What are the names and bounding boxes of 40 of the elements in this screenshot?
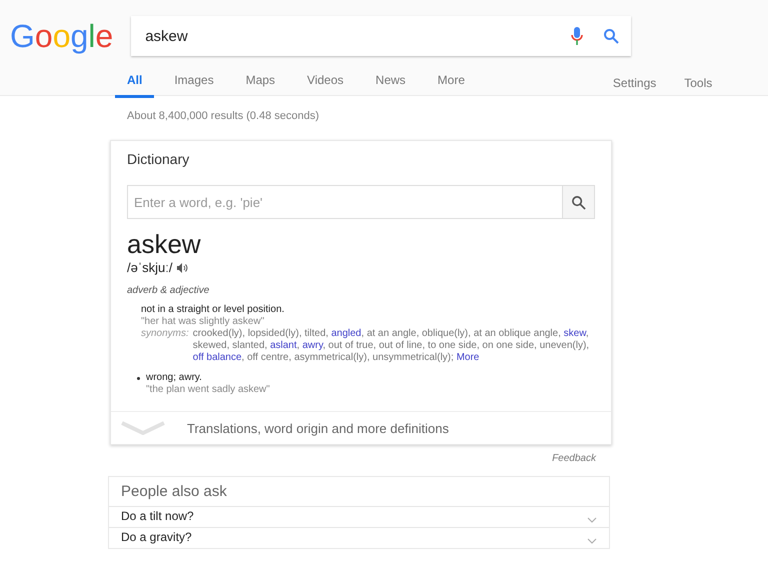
expand-row[interactable]: Translations, word origin and more definitions — [111, 411, 611, 444]
example-sentence: "the plan went sadly askew" — [146, 384, 270, 395]
expand-label: Translations, word origin and more definitions — [187, 420, 449, 436]
example-sentence: "her hat was slightly askew" — [141, 316, 266, 327]
synonym-link[interactable]: skew — [564, 328, 586, 339]
synonym-link[interactable]: angled — [331, 328, 362, 339]
synonyms-list: crooked(ly), lopsided(ly), tilted, angled, at an angle, oblique(ly), at an oblique angle, skew, skewed, slanted, aslant, awry, out of true, out of line, to one side, on one side, uneven(ly), off balance, off centre, asymmetrical(ly), unsymmetrical(ly); More — [192, 328, 593, 364]
question-row[interactable]: Do a gravity? — [109, 527, 609, 548]
google-logo: Google — [9, 17, 114, 56]
search-field[interactable]: askew — [143, 26, 572, 46]
nav-tab[interactable]: All — [115, 72, 154, 98]
nav-tab[interactable]: Tools — [674, 76, 722, 98]
nav-tab[interactable]: Videos — [295, 72, 356, 98]
synonym-link[interactable]: off balance — [192, 352, 242, 363]
search-button[interactable] — [562, 186, 594, 218]
chevron-icon — [121, 421, 165, 435]
synonym-link[interactable]: aslant — [270, 340, 297, 351]
search-icon[interactable] — [603, 28, 620, 44]
card-title: People also ask — [120, 482, 228, 502]
nav-tab[interactable]: More — [426, 72, 477, 98]
nav-tab[interactable]: News — [364, 72, 418, 98]
definition: wrong; awry. — [146, 372, 203, 383]
question-row[interactable]: Do a tilt now? — [109, 506, 609, 527]
search-icon — [571, 194, 586, 210]
headword: askew — [127, 229, 201, 260]
more-link[interactable]: More — [456, 352, 480, 363]
card-title: Dictionary — [127, 151, 190, 167]
nav-tab[interactable]: Maps — [234, 72, 288, 98]
pronunciation: /əˈskjuː/ — [127, 260, 173, 275]
synonyms-label: synonyms: — [141, 328, 189, 341]
search-bar[interactable]: askew — [131, 16, 632, 56]
part-of-speech: adverb & adjective — [127, 285, 210, 296]
speaker-icon[interactable] — [176, 262, 188, 272]
microphone-icon[interactable] — [571, 27, 584, 46]
synonym-link[interactable]: awry — [302, 340, 323, 351]
feedback-link[interactable]: Feedback — [552, 453, 596, 464]
result-stats: About 8,400,000 results (0.48 seconds) — [126, 109, 320, 122]
nav-tab[interactable]: Settings — [602, 76, 666, 98]
definition: not in a straight or level position. — [141, 304, 286, 315]
nav-tab[interactable]: Images — [162, 72, 226, 98]
